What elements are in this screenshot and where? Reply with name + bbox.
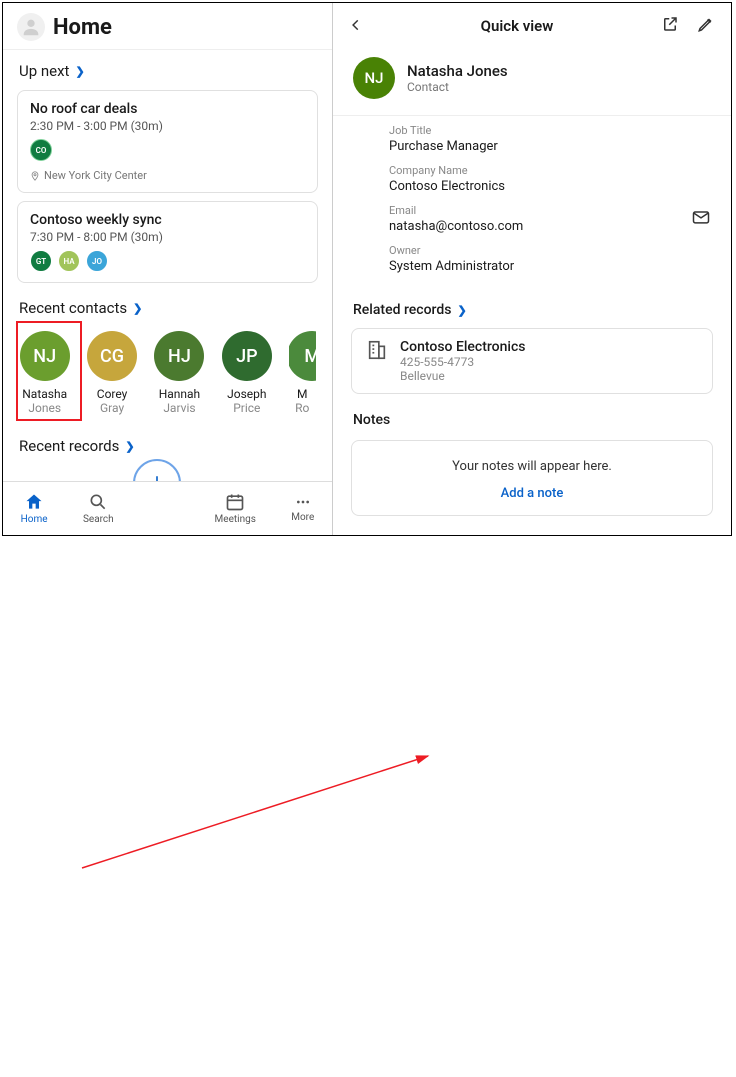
building-icon <box>366 339 388 365</box>
field-company: Company NameContoso Electronics <box>389 164 711 194</box>
pencil-icon <box>697 15 715 33</box>
event-card[interactable]: No roof car deals 2:30 PM - 3:00 PM (30m… <box>17 90 318 193</box>
bottom-nav: Home Search spacer Meetings More <box>3 481 332 535</box>
edit-button[interactable] <box>697 15 715 37</box>
external-link-icon <box>661 15 679 33</box>
page-title: Home <box>53 15 112 40</box>
calendar-icon <box>225 492 245 512</box>
recent-contacts-header[interactable]: Recent contacts ❯ <box>3 287 332 323</box>
contact-item[interactable]: HJ Hannah Jarvis <box>154 331 205 415</box>
add-note-button[interactable]: Add a note <box>366 486 698 501</box>
more-icon <box>293 494 313 510</box>
attendee-avatar: GT <box>30 250 52 272</box>
profile-avatar[interactable] <box>17 13 45 41</box>
attendee-avatar: CO <box>30 139 52 161</box>
attendee-avatar: JO <box>86 250 108 272</box>
up-next-header[interactable]: Up next ❯ <box>3 50 332 86</box>
contact-type: Contact <box>407 80 508 94</box>
field-email[interactable]: Emailnatasha@contoso.com <box>389 204 711 234</box>
nav-home[interactable]: Home <box>21 492 48 525</box>
notes-card: Your notes will appear here. Add a note <box>351 440 713 516</box>
home-screen: Home Up next ❯ No roof car deals 2:30 PM… <box>3 3 333 535</box>
attendee-avatar: HA <box>58 250 80 272</box>
chevron-right-icon: ❯ <box>133 302 142 315</box>
contact-header: NJ Natasha Jones Contact <box>333 47 731 116</box>
event-card[interactable]: Contoso weekly sync 7:30 PM - 8:00 PM (3… <box>17 201 318 283</box>
home-icon <box>24 492 44 512</box>
field-owner: OwnerSystem Administrator <box>389 244 711 274</box>
recent-records-header[interactable]: Recent records ❯ <box>3 419 332 461</box>
search-icon <box>88 492 108 512</box>
field-job-title: Job TitlePurchase Manager <box>389 124 711 154</box>
related-record-card[interactable]: Contoso Electronics 425-555-4773 Bellevu… <box>351 328 713 394</box>
chevron-right-icon: ❯ <box>75 65 84 78</box>
open-external-button[interactable] <box>661 15 679 37</box>
quick-view-panel: Quick view NJ Natasha Jones Contact Job … <box>333 3 731 535</box>
chevron-right-icon: ❯ <box>125 440 134 453</box>
contact-item[interactable]: M M Ro <box>289 331 317 415</box>
contact-avatar: NJ <box>353 57 395 99</box>
nav-more[interactable]: More <box>291 494 314 523</box>
notes-header: Notes <box>333 398 731 434</box>
nav-search[interactable]: Search <box>83 492 114 525</box>
contact-name: Natasha Jones <box>407 62 508 80</box>
contact-item[interactable]: NJ Natasha Jones <box>19 331 70 415</box>
mail-icon[interactable] <box>691 207 711 231</box>
back-button[interactable] <box>349 16 373 37</box>
quick-view-title: Quick view <box>373 17 661 35</box>
contact-item[interactable]: JP Joseph Price <box>221 331 272 415</box>
chevron-right-icon: ❯ <box>457 304 466 317</box>
notes-placeholder: Your notes will appear here. <box>366 459 698 474</box>
annotation-arrow <box>0 538 736 1077</box>
event-location: New York City Center <box>30 169 305 182</box>
contacts-list: NJ Natasha Jones CG Corey Gray HJ Hannah… <box>3 323 332 419</box>
related-records-header[interactable]: Related records ❯ <box>333 288 731 324</box>
chevron-left-icon <box>349 18 363 32</box>
contact-item[interactable]: CG Corey Gray <box>86 331 137 415</box>
nav-meetings[interactable]: Meetings <box>215 492 256 525</box>
